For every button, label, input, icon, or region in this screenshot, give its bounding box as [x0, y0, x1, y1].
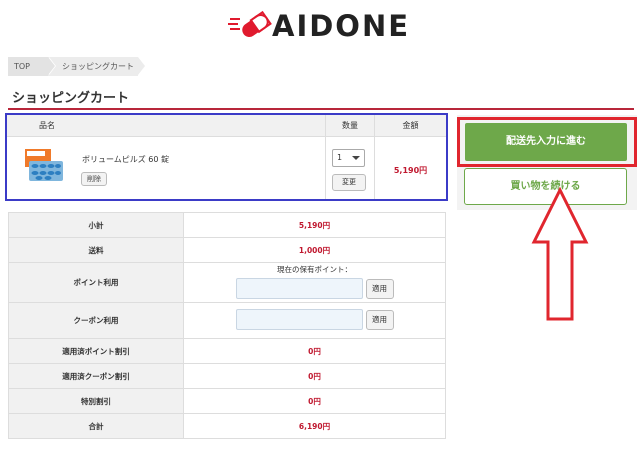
- item-price: 5,190円: [393, 166, 428, 175]
- summary-row-special: 特別割引 0円: [8, 388, 446, 414]
- order-summary-table: 小計 5,190円 送料 1,000円 ポイント利用 現在の保有ポイント： 適用…: [8, 212, 446, 439]
- cart-header-row: 品名 数量 金額: [7, 115, 446, 137]
- breadcrumb-top[interactable]: TOP: [8, 57, 48, 76]
- breadcrumb-end: [138, 57, 145, 75]
- brand-logo[interactable]: AIDONE: [228, 9, 418, 43]
- delete-button[interactable]: 削除: [81, 172, 107, 186]
- title-divider: [8, 108, 634, 110]
- header-name: 品名: [39, 121, 55, 130]
- special-discount-value: 0円: [183, 388, 446, 414]
- product-image[interactable]: [23, 147, 65, 185]
- applied-points-value: 0円: [183, 338, 446, 364]
- pill-logo-icon: [228, 10, 272, 38]
- points-balance-note: 現在の保有ポイント：: [277, 265, 352, 274]
- apply-coupon-button[interactable]: 適用: [365, 309, 394, 330]
- annotation-arrow-icon: [531, 187, 589, 321]
- apply-points-button[interactable]: 適用: [365, 278, 394, 299]
- checkout-highlight: [457, 117, 637, 167]
- header-price: 金額: [402, 121, 419, 130]
- summary-row-shipping: 送料 1,000円: [8, 237, 446, 263]
- header-qty: 数量: [342, 121, 358, 130]
- total-value: 6,190円: [183, 413, 446, 439]
- applied-points-label: 適用済ポイント割引: [8, 338, 184, 364]
- logo-text: AIDONE: [272, 9, 411, 43]
- breadcrumb-cart: ショッピングカート: [48, 57, 138, 76]
- dropdown-arrow-icon: [352, 156, 360, 160]
- quantity-select[interactable]: 1: [332, 149, 365, 167]
- points-cell: 現在の保有ポイント： 適用: [183, 262, 446, 303]
- coupon-input[interactable]: [235, 309, 363, 330]
- total-label: 合計: [8, 413, 184, 439]
- product-name[interactable]: ボリュームピルズ 60 錠: [82, 154, 169, 165]
- coupon-cell: 適用: [183, 302, 446, 339]
- coupon-label: クーポン利用: [8, 302, 184, 339]
- page-title: ショッピングカート: [12, 91, 130, 106]
- summary-row-applied-coupon: 適用済クーポン割引 0円: [8, 363, 446, 389]
- summary-row-applied-points: 適用済ポイント割引 0円: [8, 338, 446, 364]
- column-divider: [374, 115, 375, 199]
- breadcrumb-separator: [48, 57, 55, 75]
- quantity-value: 1: [337, 153, 343, 162]
- cart-table: 品名 数量 金額 ボリュームピルズ 60 錠 削除 1 変更 5,190円: [5, 113, 448, 201]
- summary-row-coupon: クーポン利用 適用: [8, 302, 446, 339]
- summary-row-points: ポイント利用 現在の保有ポイント： 適用: [8, 262, 446, 303]
- subtotal-label: 小計: [8, 212, 184, 238]
- shipping-label: 送料: [8, 237, 184, 263]
- column-divider: [325, 115, 326, 199]
- breadcrumb: TOP ショッピングカート: [8, 57, 148, 76]
- points-input[interactable]: [235, 278, 363, 299]
- summary-row-total: 合計 6,190円: [8, 413, 446, 439]
- subtotal-value: 5,190円: [183, 212, 446, 238]
- applied-coupon-label: 適用済クーポン割引: [8, 363, 184, 389]
- special-discount-label: 特別割引: [8, 388, 184, 414]
- points-label: ポイント利用: [8, 262, 184, 303]
- shipping-value: 1,000円: [183, 237, 446, 263]
- change-quantity-button[interactable]: 変更: [332, 174, 366, 191]
- summary-row-subtotal: 小計 5,190円: [8, 212, 446, 238]
- applied-coupon-value: 0円: [183, 363, 446, 389]
